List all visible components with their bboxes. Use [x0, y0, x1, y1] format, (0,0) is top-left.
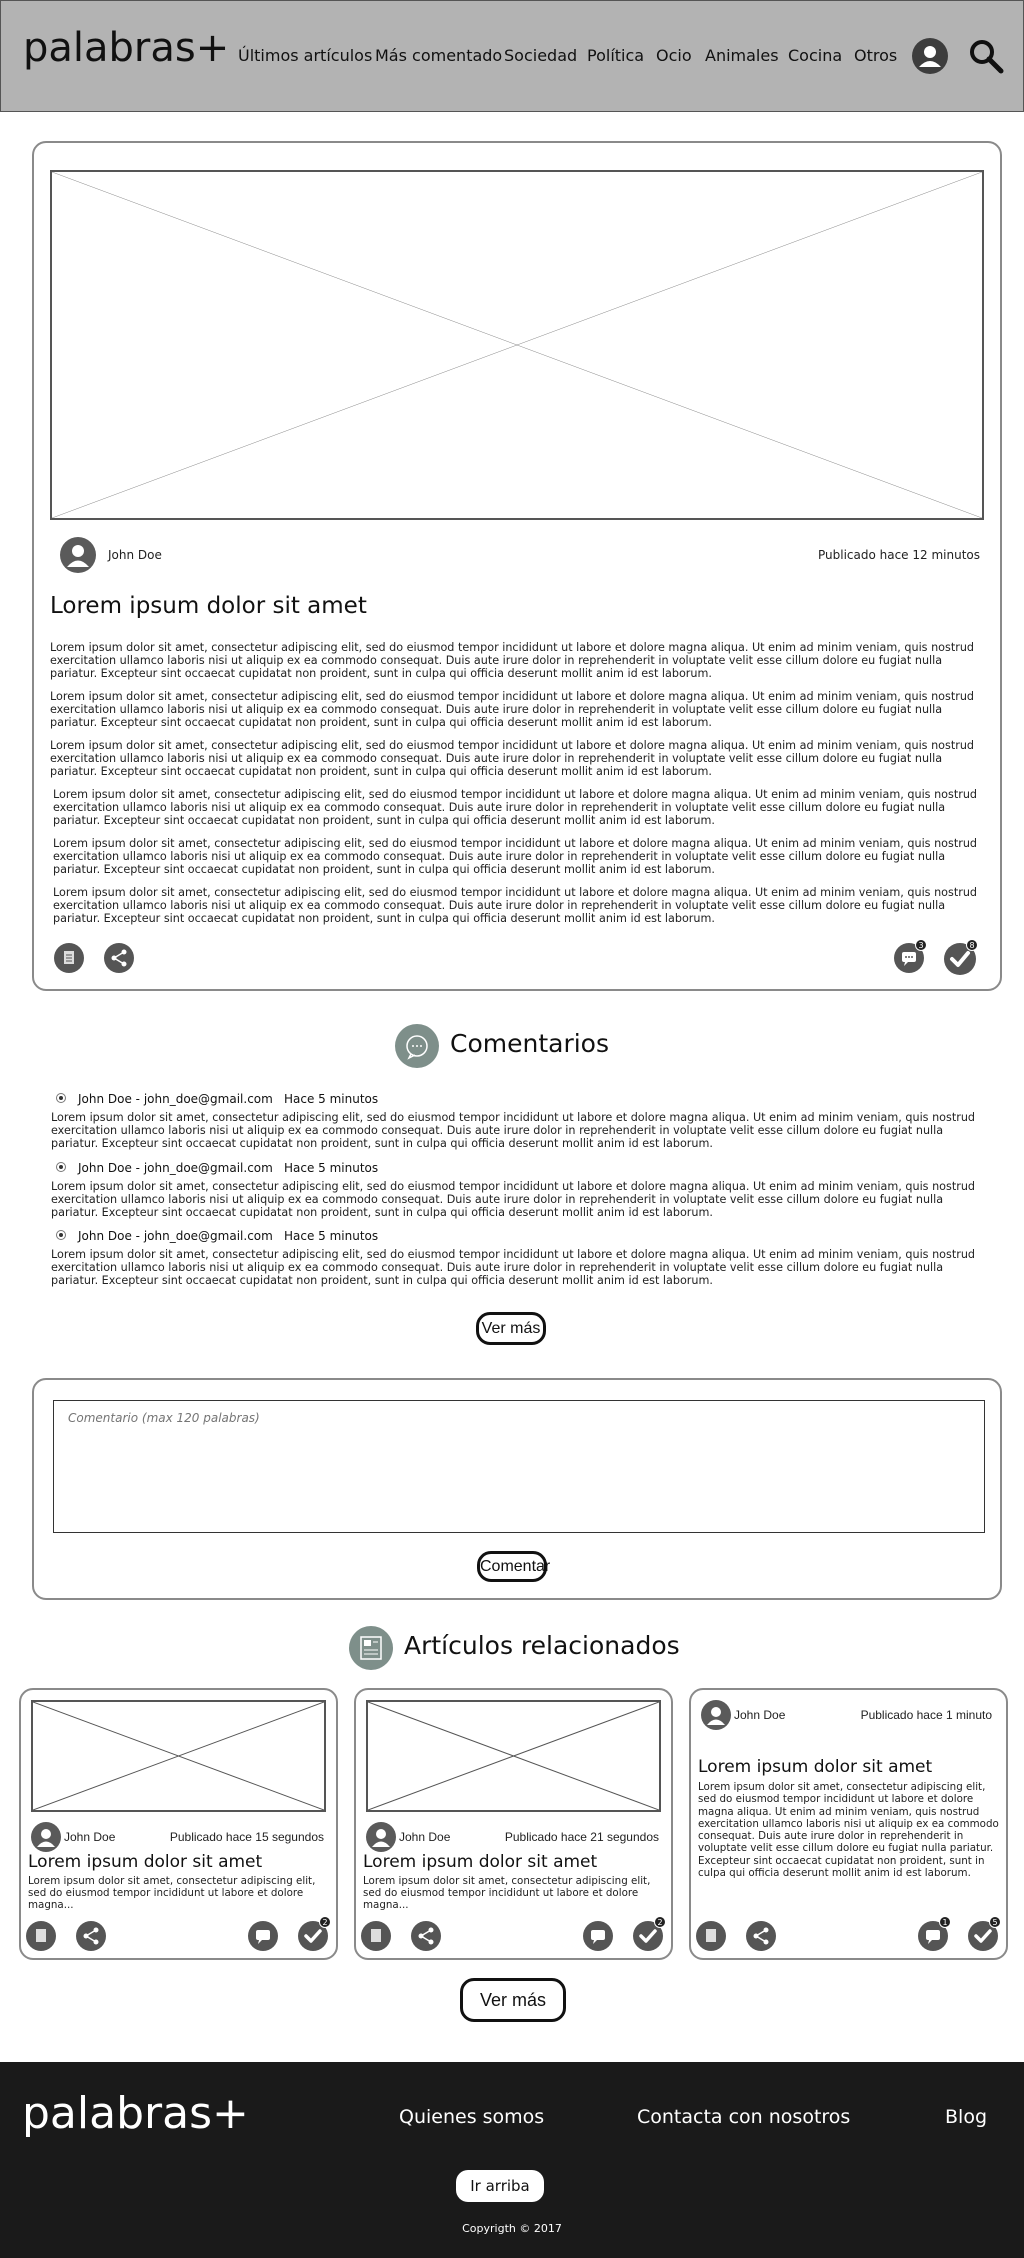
- search-icon[interactable]: [967, 37, 1005, 75]
- article-paragraph: Lorem ipsum dolor sit amet, consectetur …: [50, 641, 975, 680]
- comment-form-card: Comentar: [32, 1378, 1002, 1600]
- nav-ultimos-articulos[interactable]: Últimos artículos: [238, 46, 372, 65]
- comment-author[interactable]: John Doe - john_doe@gmail.com: [78, 1161, 273, 1175]
- site-header: palabras+ Últimos artículos Más comentad…: [0, 0, 1024, 112]
- user-account-icon[interactable]: [911, 37, 949, 75]
- related-title[interactable]: Lorem ipsum dolor sit amet: [28, 1852, 262, 1872]
- author-avatar[interactable]: [31, 1822, 61, 1852]
- document-icon[interactable]: [26, 1921, 56, 1951]
- author-name[interactable]: John Doe: [108, 548, 162, 562]
- comment-textarea[interactable]: [53, 1400, 985, 1533]
- article-paragraph: Lorem ipsum dolor sit amet, consectetur …: [50, 690, 975, 729]
- site-footer: palabras+ Quienes somos Contacta con nos…: [0, 2062, 1024, 2258]
- nav-sociedad[interactable]: Sociedad: [504, 46, 577, 65]
- document-icon[interactable]: [696, 1921, 726, 1951]
- author-avatar[interactable]: [60, 537, 96, 573]
- comment-bullet: [56, 1162, 66, 1172]
- nav-cocina[interactable]: Cocina: [788, 46, 842, 65]
- share-icon[interactable]: [104, 943, 134, 973]
- nav-ocio[interactable]: Ocio: [656, 46, 692, 65]
- comment-time: Hace 5 minutos: [284, 1229, 379, 1243]
- published-time: Publicado hace 15 segundos: [169, 1830, 324, 1844]
- article-paragraph: Lorem ipsum dolor sit amet, consectetur …: [53, 837, 978, 876]
- comment-bullet: [56, 1230, 66, 1240]
- comment-text: Lorem ipsum dolor sit amet, consectetur …: [51, 1180, 976, 1219]
- author-avatar[interactable]: [701, 1700, 731, 1730]
- article-title: Lorem ipsum dolor sit amet: [50, 593, 367, 619]
- footer-link-contacta[interactable]: Contacta con nosotros: [637, 2106, 850, 2128]
- comments-count-badge: 1: [939, 1916, 951, 1928]
- article-paragraph: Lorem ipsum dolor sit amet, consectetur …: [50, 739, 975, 778]
- site-logo[interactable]: palabras+: [23, 25, 229, 71]
- comment-author[interactable]: John Doe - john_doe@gmail.com: [78, 1092, 273, 1106]
- checks-count-badge: 5: [989, 1916, 1001, 1928]
- comment-text: Lorem ipsum dolor sit amet, consectetur …: [51, 1111, 976, 1150]
- comments-heading: Comentarios: [450, 1029, 609, 1058]
- comment-text: Lorem ipsum dolor sit amet, consectetur …: [51, 1248, 976, 1287]
- nav-mas-comentado[interactable]: Más comentado: [375, 46, 502, 65]
- comments-count-badge: 3: [915, 939, 927, 951]
- published-time: Publicado hace 21 segundos: [504, 1830, 659, 1844]
- share-icon[interactable]: [411, 1921, 441, 1951]
- article-paragraph: Lorem ipsum dolor sit amet, consectetur …: [53, 788, 978, 827]
- document-icon[interactable]: [361, 1921, 391, 1951]
- article-image-placeholder: [50, 170, 984, 520]
- related-articles-icon: [349, 1626, 393, 1670]
- related-title[interactable]: Lorem ipsum dolor sit amet: [363, 1852, 597, 1872]
- related-image-placeholder: [31, 1700, 326, 1812]
- checks-count-badge: 8: [966, 939, 978, 951]
- main-article-card: John Doe Publicado hace 12 minutos Lorem…: [32, 141, 1002, 991]
- author-avatar[interactable]: [366, 1822, 396, 1852]
- nav-animales[interactable]: Animales: [705, 46, 779, 65]
- comment-bullet: [56, 1093, 66, 1103]
- footer-link-quienes-somos[interactable]: Quienes somos: [399, 2106, 544, 2128]
- back-to-top-button[interactable]: Ir arriba: [456, 2170, 544, 2202]
- related-article-card[interactable]: John Doe Publicado hace 1 minuto Lorem i…: [689, 1688, 1008, 1960]
- author-name[interactable]: John Doe: [64, 1830, 115, 1844]
- footer-link-blog[interactable]: Blog: [945, 2106, 987, 2128]
- related-article-card[interactable]: John Doe Publicado hace 21 segundos Lore…: [354, 1688, 673, 1960]
- author-name[interactable]: John Doe: [399, 1830, 450, 1844]
- published-time: Publicado hace 1 minuto: [860, 1708, 992, 1722]
- comment-icon[interactable]: [583, 1921, 613, 1951]
- share-icon[interactable]: [76, 1921, 106, 1951]
- more-comments-button[interactable]: Ver más: [476, 1312, 546, 1345]
- related-excerpt: Lorem ipsum dolor sit amet, consectetur …: [698, 1781, 999, 1880]
- share-icon[interactable]: [746, 1921, 776, 1951]
- copyright-text: Copyrigth © 2017: [462, 2222, 562, 2235]
- comment-time: Hace 5 minutos: [284, 1161, 379, 1175]
- checks-count-badge: 2: [654, 1916, 666, 1928]
- related-excerpt: Lorem ipsum dolor sit amet, consectetur …: [28, 1875, 316, 1911]
- footer-logo[interactable]: palabras+: [22, 2088, 249, 2139]
- nav-politica[interactable]: Política: [587, 46, 644, 65]
- checks-count-badge: 2: [319, 1916, 331, 1928]
- related-excerpt: Lorem ipsum dolor sit amet, consectetur …: [363, 1875, 651, 1911]
- related-image-placeholder: [366, 1700, 661, 1812]
- related-article-card[interactable]: John Doe Publicado hace 15 segundos Lore…: [19, 1688, 338, 1960]
- submit-comment-button[interactable]: Comentar: [477, 1551, 550, 1582]
- more-related-button[interactable]: Ver más: [460, 1978, 566, 2022]
- related-title[interactable]: Lorem ipsum dolor sit amet: [698, 1757, 932, 1777]
- nav-otros[interactable]: Otros: [854, 46, 897, 65]
- comment-author[interactable]: John Doe - john_doe@gmail.com: [78, 1229, 273, 1243]
- document-icon[interactable]: [54, 943, 84, 973]
- article-paragraph: Lorem ipsum dolor sit amet, consectetur …: [53, 886, 978, 925]
- comment-icon[interactable]: [248, 1921, 278, 1951]
- comment-time: Hace 5 minutos: [284, 1092, 379, 1106]
- comments-section-icon: [395, 1024, 439, 1068]
- article-published-time: Publicado hace 12 minutos: [817, 548, 980, 562]
- author-name[interactable]: John Doe: [734, 1708, 785, 1722]
- related-heading: Artículos relacionados: [404, 1631, 680, 1660]
